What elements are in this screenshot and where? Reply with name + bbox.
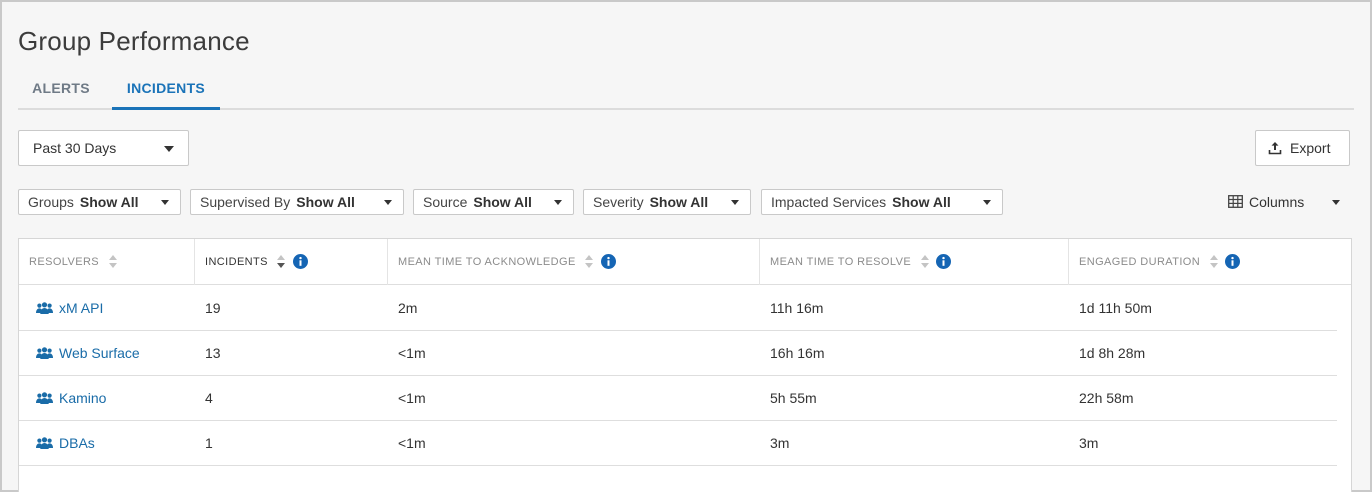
caret-down-icon <box>164 146 174 152</box>
table-row: DBAs 1 <1m 3m 3m <box>19 421 1337 466</box>
filter-label: Groups <box>28 194 74 210</box>
engaged-duration-value: 1d 11h 50m <box>1079 300 1152 316</box>
mttr-value: 5h 55m <box>770 390 817 406</box>
group-icon <box>36 347 53 359</box>
sort-icon <box>277 254 286 268</box>
resolver-name: DBAs <box>59 435 95 451</box>
caret-down-icon <box>731 200 739 205</box>
column-header-engaged-duration[interactable]: ENGAGED DURATION <box>1069 239 1351 285</box>
mttr-value: 16h 16m <box>770 345 825 361</box>
tab-bar: ALERTS INCIDENTS <box>18 74 1354 110</box>
export-label: Export <box>1290 140 1331 156</box>
header-label: MEAN TIME TO ACKNOWLEDGE <box>398 256 576 268</box>
filter-label: Source <box>423 194 468 210</box>
upload-icon <box>1268 142 1282 155</box>
info-icon[interactable] <box>292 253 308 269</box>
column-header-resolvers[interactable]: RESOLVERS <box>19 239 195 285</box>
group-icon <box>36 392 53 404</box>
filter-source[interactable]: Source Show All <box>413 189 574 215</box>
sort-icon <box>920 254 929 268</box>
header-label: INCIDENTS <box>205 256 268 268</box>
column-header-mttr[interactable]: MEAN TIME TO RESOLVE <box>760 239 1069 285</box>
engaged-duration-value: 22h 58m <box>1079 390 1134 406</box>
caret-down-icon <box>983 200 991 205</box>
tab-alerts[interactable]: ALERTS <box>18 74 104 110</box>
resolver-link[interactable]: Web Surface <box>19 331 195 376</box>
date-range-dropdown[interactable]: Past 30 Days <box>18 130 189 166</box>
incidents-count: 19 <box>205 300 221 316</box>
sort-icon <box>1209 254 1218 268</box>
resolver-link[interactable]: Kamino <box>19 376 195 421</box>
filter-impacted-services[interactable]: Impacted Services Show All <box>761 189 1003 215</box>
performance-table: RESOLVERS INCIDENTS MEAN TIME TO ACKNOWL… <box>18 238 1352 492</box>
table-columns-icon <box>1228 195 1243 208</box>
info-icon[interactable] <box>936 253 951 269</box>
info-icon[interactable] <box>600 253 616 269</box>
caret-down-icon <box>1332 200 1340 205</box>
resolver-name: Web Surface <box>59 345 140 361</box>
resolver-name: xM API <box>59 300 104 316</box>
sort-icon <box>108 254 117 268</box>
filter-value: Show All <box>892 194 951 210</box>
header-label: RESOLVERS <box>29 256 100 268</box>
group-icon <box>36 437 53 449</box>
table-row: Web Surface 13 <1m 16h 16m 1d 8h 28m <box>19 331 1337 376</box>
resolver-name: Kamino <box>59 390 107 406</box>
table-row: xM API 19 2m 11h 16m 1d 11h 50m <box>19 286 1337 331</box>
filter-label: Impacted Services <box>771 194 887 210</box>
mttr-value: 3m <box>770 435 790 451</box>
incidents-count: 1 <box>205 435 213 451</box>
incidents-count: 4 <box>205 390 213 406</box>
column-header-mtta[interactable]: MEAN TIME TO ACKNOWLEDGE <box>388 239 760 285</box>
group-icon <box>36 302 53 314</box>
resolver-link[interactable]: DBAs <box>19 421 195 466</box>
filter-value: Show All <box>296 194 355 210</box>
app-frame: Group Performance ALERTS INCIDENTS Past … <box>0 0 1372 492</box>
filter-value: Show All <box>79 194 139 210</box>
filter-label: Severity <box>593 194 644 210</box>
date-range-value: Past 30 Days <box>33 140 117 156</box>
header-label: MEAN TIME TO RESOLVE <box>770 256 912 268</box>
table-row: Kamino 4 <1m 5h 55m 22h 58m <box>19 376 1337 421</box>
caret-down-icon <box>161 200 169 205</box>
table-header: RESOLVERS INCIDENTS MEAN TIME TO ACKNOWL… <box>19 239 1351 285</box>
filter-value: Show All <box>649 194 709 210</box>
mttr-value: 11h 16m <box>770 300 824 316</box>
filter-severity[interactable]: Severity Show All <box>583 189 751 215</box>
incidents-count: 13 <box>205 345 221 361</box>
caret-down-icon <box>384 200 392 205</box>
sort-icon <box>585 254 594 268</box>
columns-button[interactable]: Columns <box>1226 189 1342 215</box>
info-icon[interactable] <box>1225 253 1241 269</box>
caret-down-icon <box>554 200 562 205</box>
export-button[interactable]: Export <box>1255 130 1350 166</box>
filter-supervised-by[interactable]: Supervised By Show All <box>190 189 404 215</box>
header-label: ENGAGED DURATION <box>1079 256 1201 268</box>
mtta-value: <1m <box>398 345 426 361</box>
engaged-duration-value: 3m <box>1079 435 1099 451</box>
resolver-link[interactable]: xM API <box>19 286 195 331</box>
filter-groups[interactable]: Groups Show All <box>18 189 181 215</box>
engaged-duration-value: 1d 8h 28m <box>1079 345 1146 361</box>
columns-label: Columns <box>1249 194 1305 210</box>
mtta-value: <1m <box>398 390 426 406</box>
page-title: Group Performance <box>18 26 250 56</box>
mtta-value: 2m <box>398 300 418 316</box>
column-header-incidents[interactable]: INCIDENTS <box>195 239 388 285</box>
filter-label: Supervised By <box>200 194 291 210</box>
tab-incidents[interactable]: INCIDENTS <box>112 74 220 110</box>
filter-value: Show All <box>473 194 532 210</box>
mtta-value: <1m <box>398 435 426 451</box>
